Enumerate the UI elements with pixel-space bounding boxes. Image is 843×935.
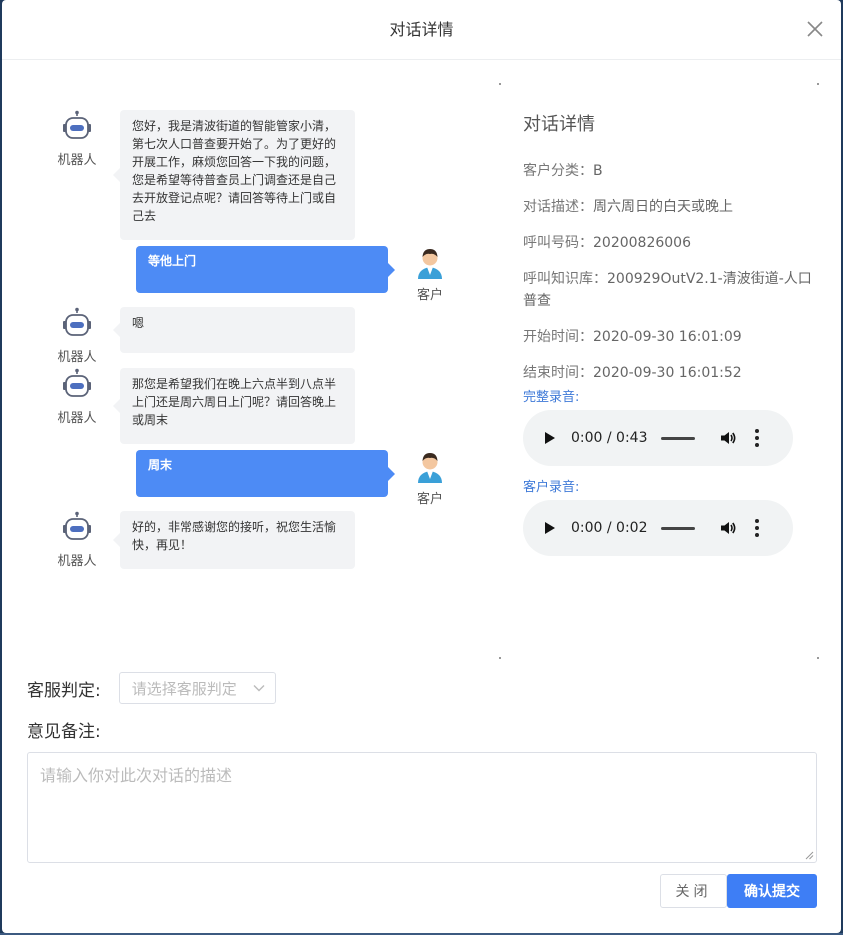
bot-label: 机器人	[57, 554, 97, 569]
more-options-icon[interactable]	[755, 429, 759, 447]
bot-message: 好的，非常感谢您的接听，祝您生活愉快，再见！	[113, 511, 355, 569]
bot-label: 机器人	[57, 153, 97, 168]
detail-panel: 对话详情 客户分类：B 对话描述：周六周日的白天或晚上 呼叫号码：2020082…	[523, 110, 813, 570]
corner-marker	[499, 83, 501, 85]
bot-avatar: 机器人	[47, 368, 107, 426]
bot-avatar: 机器人	[47, 307, 107, 365]
robot-icon	[63, 368, 91, 397]
corner-marker	[499, 657, 501, 659]
customer-recording-player: 0:00 / 0:02	[523, 500, 793, 556]
user-message: 等他上门	[136, 246, 395, 293]
judge-placeholder: 请选择客服判定	[131, 679, 237, 698]
close-icon[interactable]	[805, 19, 825, 39]
dialog-title: 对话详情	[389, 20, 454, 39]
customer-icon	[418, 453, 442, 483]
detail-title: 对话详情	[523, 114, 595, 135]
bot-avatar: 机器人	[47, 110, 107, 168]
corner-marker	[817, 657, 819, 659]
audio-progress-slider[interactable]	[661, 436, 695, 440]
judge-select[interactable]: 请选择客服判定	[118, 672, 276, 704]
bot-label: 机器人	[57, 411, 97, 426]
chevron-down-icon	[253, 685, 265, 692]
audio-time: 0:00 / 0:43	[571, 430, 648, 446]
bot-label: 机器人	[57, 350, 97, 365]
robot-icon	[63, 511, 91, 540]
bot-avatar: 机器人	[47, 511, 107, 569]
audio-progress-slider[interactable]	[661, 526, 695, 530]
conversation-description: 对话描述：周六周日的白天或晚上	[523, 199, 733, 215]
dialog-header: 对话详情	[2, 0, 841, 60]
user-label: 客户	[416, 288, 443, 303]
note-label: 意见备注:	[27, 722, 101, 742]
knowledge-base: 呼叫知识库：200929OutV2.1-清波街道-人口普查	[523, 271, 812, 309]
submit-button[interactable]: 确认提交	[727, 874, 817, 908]
close-button[interactable]: 关闭	[660, 874, 727, 908]
more-options-icon[interactable]	[755, 519, 759, 537]
robot-icon	[63, 110, 91, 139]
customer-icon	[418, 249, 442, 279]
full-recording-label: 完整录音:	[523, 390, 580, 405]
user-avatar: 客户	[410, 245, 450, 303]
customer-category: 客户分类：B	[523, 163, 603, 179]
bot-message: 您好，我是清波街道的智能管家小清，第七次人口普查要开始了。为了更好的开展工作，麻…	[113, 110, 355, 240]
judge-label: 客服判定:	[27, 680, 101, 701]
user-message: 周末	[136, 450, 395, 497]
full-recording-player: 0:00 / 0:43	[523, 410, 793, 466]
volume-icon[interactable]	[719, 519, 737, 537]
end-time: 结束时间：2020-09-30 16:01:52	[523, 365, 742, 381]
note-textarea[interactable]: 请输入你对此次对话的描述	[27, 752, 817, 863]
volume-icon[interactable]	[719, 429, 737, 447]
start-time: 开始时间：2020-09-30 16:01:09	[523, 329, 742, 345]
call-number: 呼叫号码：20200826006	[523, 235, 691, 251]
user-label: 客户	[416, 492, 443, 507]
conversation-detail-dialog: 对话详情 机器人 您好，我是清波街道的智能管家小清，第七次人口普查要开始了。为了…	[2, 0, 841, 933]
bot-message: 嗯	[113, 307, 355, 353]
resize-handle-icon[interactable]	[804, 850, 814, 860]
play-icon[interactable]	[545, 522, 555, 534]
bot-message: 那您是希望我们在晚上六点半到八点半上门还是周六周日上门呢？请回答晚上或周末	[113, 368, 355, 444]
corner-marker	[817, 83, 819, 85]
customer-recording-label: 客户录音:	[523, 480, 580, 495]
user-avatar: 客户	[410, 449, 450, 507]
audio-time: 0:00 / 0:02	[571, 520, 648, 536]
service-judgement-row: 客服判定: 请选择客服判定	[27, 671, 276, 705]
play-icon[interactable]	[545, 432, 555, 444]
note-placeholder: 请输入你对此次对话的描述	[40, 766, 233, 785]
robot-icon	[63, 307, 91, 336]
